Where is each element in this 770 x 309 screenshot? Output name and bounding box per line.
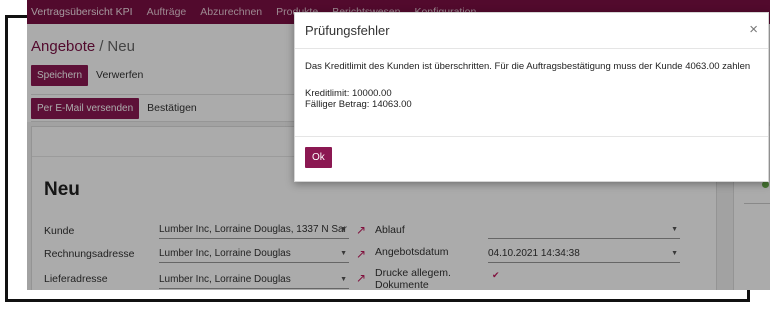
due-amount-text: Fälliger Betrag: 14063.00 — [305, 99, 412, 110]
frame-top-line — [5, 15, 27, 18]
dialog-title: Prüfungsfehler — [305, 23, 390, 38]
frame-bottom-line — [5, 299, 750, 302]
credit-limit-text: Kreditlimit: 10000.00 — [305, 88, 392, 99]
dialog-footer: Ok — [295, 137, 768, 178]
ok-button[interactable]: Ok — [305, 147, 332, 168]
dialog-message: Das Kreditlimit des Kunden ist überschri… — [305, 61, 751, 72]
validation-error-dialog: Prüfungsfehler × Das Kreditlimit des Kun… — [294, 12, 769, 182]
dialog-body: Das Kreditlimit des Kunden ist überschri… — [295, 49, 768, 137]
dialog-header: Prüfungsfehler × — [295, 13, 768, 49]
close-icon[interactable]: × — [749, 21, 758, 38]
frame-right-line — [747, 290, 750, 302]
frame-left-line — [5, 15, 8, 302]
